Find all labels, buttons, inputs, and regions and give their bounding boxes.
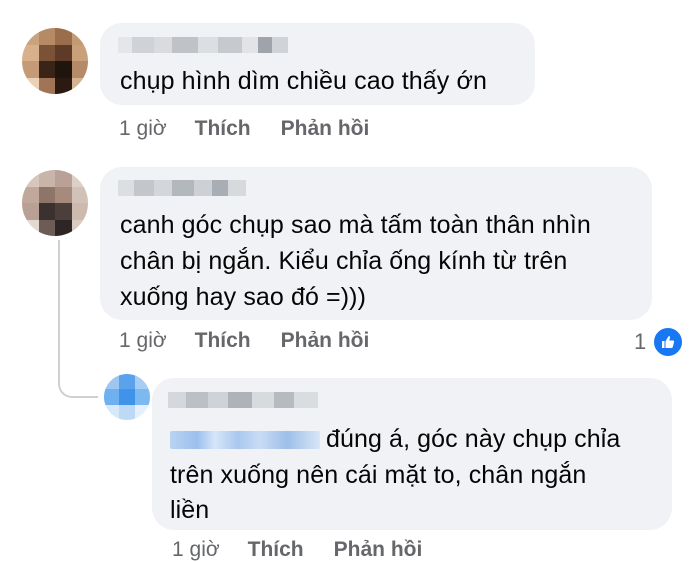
reply-button[interactable]: Phản hồi [281, 117, 370, 141]
reply-text-line: đúng á, góc này chụp chỉa [170, 421, 620, 457]
reply-text-line: trên xuống nên cái mặt to, chân ngắn [170, 461, 587, 489]
commenter-name[interactable] [118, 180, 246, 196]
comment-actions: 1 giờ Thích Phản hồi [119, 329, 369, 353]
thread-line [58, 240, 60, 380]
comment-actions: 1 giờ Thích Phản hồi [119, 117, 369, 141]
comment-text-line: chân bị ngắn. Kiểu chỉa ống kính từ trên [120, 247, 568, 275]
avatar[interactable] [104, 374, 150, 420]
like-button[interactable]: Thích [195, 117, 251, 141]
reply-bubble: đúng á, góc này chụp chỉa trên xuống nên… [152, 378, 672, 530]
comment-bubble: chụp hình dìm chiều cao thấy ớn [100, 23, 535, 105]
comment-text-line: xuống hay sao đó =))) [120, 283, 366, 311]
commenter-name[interactable] [118, 37, 288, 53]
comment-text-line: canh góc chụp sao mà tấm toàn thân nhìn [120, 211, 591, 239]
reaction-summary[interactable]: 1 [634, 326, 685, 358]
thread-connector [58, 370, 98, 398]
comment-text: chụp hình dìm chiều cao thấy ớn [120, 67, 487, 95]
comment-bubble: canh góc chụp sao mà tấm toàn thân nhìn … [100, 167, 652, 320]
like-icon [652, 326, 685, 358]
reaction-count: 1 [634, 329, 647, 354]
reply-button[interactable]: Phản hồi [334, 538, 423, 562]
mention-tag[interactable] [170, 431, 320, 450]
avatar[interactable] [22, 170, 88, 236]
comment-time[interactable]: 1 giờ [119, 117, 167, 141]
avatar[interactable] [22, 28, 88, 94]
commenter-name[interactable] [168, 392, 318, 408]
like-button[interactable]: Thích [248, 538, 304, 562]
reply-actions: 1 giờ Thích Phản hồi [172, 538, 422, 562]
like-button[interactable]: Thích [195, 329, 251, 353]
comment-time[interactable]: 1 giờ [119, 329, 167, 353]
reply-time[interactable]: 1 giờ [172, 538, 220, 562]
reply-text-line: liền [170, 496, 210, 524]
reply-button[interactable]: Phản hồi [281, 329, 370, 353]
